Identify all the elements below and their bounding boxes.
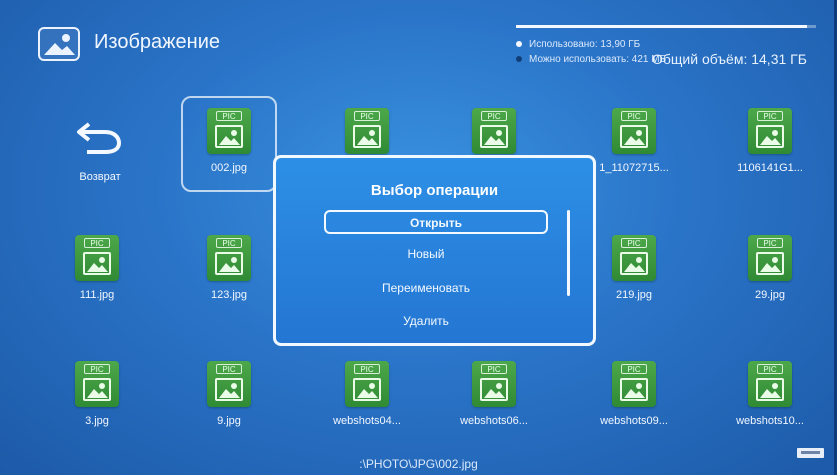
file-tile[interactable]: PIC xyxy=(317,108,417,162)
file-tile[interactable]: PIC 1106141G1... xyxy=(720,108,820,174)
file-tile[interactable]: PIC 111.jpg xyxy=(47,235,147,301)
picture-file-icon: PIC xyxy=(612,108,656,154)
image-thumbnail-icon xyxy=(215,378,243,401)
file-tile[interactable]: PIC webshots04... xyxy=(317,361,417,427)
status-chip xyxy=(797,448,824,458)
pic-tag: PIC xyxy=(216,364,242,374)
pic-tag: PIC xyxy=(216,238,242,248)
file-tile[interactable]: PIC xyxy=(444,108,544,162)
image-thumbnail-icon xyxy=(480,125,508,148)
file-name: webshots04... xyxy=(333,415,401,427)
used-storage-legend: Использовано: 13,90 ГБ xyxy=(516,39,640,50)
storage-usage-bar xyxy=(516,25,816,28)
image-thumbnail-icon xyxy=(353,378,381,401)
pic-tag: PIC xyxy=(621,364,647,374)
picture-file-icon: PIC xyxy=(612,235,656,281)
file-name: webshots10... xyxy=(736,415,804,427)
file-tile[interactable]: PIC 1_11072715... xyxy=(584,108,684,174)
file-name: webshots09... xyxy=(600,415,668,427)
file-tile[interactable]: PIC webshots06... xyxy=(444,361,544,427)
image-app-icon xyxy=(38,27,80,61)
back-arrow-icon xyxy=(77,122,122,154)
pic-tag: PIC xyxy=(84,364,110,374)
file-tile[interactable]: PIC 9.jpg xyxy=(179,361,279,427)
file-name: 29.jpg xyxy=(755,289,785,301)
file-name: 3.jpg xyxy=(85,415,109,427)
picture-file-icon: PIC xyxy=(207,108,251,154)
image-thumbnail-icon xyxy=(215,125,243,148)
page-title: Изображение xyxy=(94,31,220,53)
pic-tag: PIC xyxy=(757,111,783,121)
pic-tag: PIC xyxy=(481,111,507,121)
file-name: 1106141G1... xyxy=(737,162,803,174)
picture-file-icon: PIC xyxy=(75,235,119,281)
image-thumbnail-icon xyxy=(353,125,381,148)
dialog-scrollbar[interactable] xyxy=(567,210,570,296)
file-name: 9.jpg xyxy=(217,415,241,427)
file-tile[interactable]: PIC webshots09... xyxy=(584,361,684,427)
delete-option[interactable]: Удалить xyxy=(276,314,576,328)
pic-tag: PIC xyxy=(354,364,380,374)
image-thumbnail-icon xyxy=(620,252,648,275)
file-name: 219.jpg xyxy=(615,289,653,301)
picture-file-icon: PIC xyxy=(612,361,656,407)
current-file-path: :\PHOTO\JPG\002.jpg xyxy=(359,457,478,471)
image-thumbnail-icon xyxy=(620,378,648,401)
image-thumbnail-icon xyxy=(756,252,784,275)
image-thumbnail-icon xyxy=(83,252,111,275)
available-dot-icon xyxy=(516,56,522,63)
file-name: 002.jpg xyxy=(210,162,248,174)
file-tile[interactable]: PIC webshots10... xyxy=(720,361,820,427)
image-thumbnail-icon xyxy=(480,378,508,401)
back-label: Возврат xyxy=(79,171,121,183)
file-tile[interactable]: PIC 002.jpg xyxy=(179,108,279,174)
picture-file-icon: PIC xyxy=(207,361,251,407)
pic-tag: PIC xyxy=(354,111,380,121)
picture-file-icon: PIC xyxy=(748,361,792,407)
pic-tag: PIC xyxy=(757,364,783,374)
file-name: webshots06... xyxy=(460,415,528,427)
total-storage-text: Общий объём: 14,31 ГБ xyxy=(652,51,807,67)
new-option[interactable]: Новый xyxy=(276,247,576,261)
rename-option[interactable]: Переименовать xyxy=(276,281,576,295)
image-thumbnail-icon xyxy=(756,378,784,401)
file-name: 111.jpg xyxy=(79,289,115,301)
picture-file-icon: PIC xyxy=(472,361,516,407)
image-thumbnail-icon xyxy=(215,252,243,275)
available-storage-legend: Можно использовать: 421 МБ xyxy=(516,54,666,65)
file-tile[interactable]: PIC 219.jpg xyxy=(584,235,684,301)
picture-file-icon: PIC xyxy=(472,108,516,154)
pic-tag: PIC xyxy=(621,111,647,121)
file-name: 123.jpg xyxy=(210,289,248,301)
picture-file-icon: PIC xyxy=(345,108,389,154)
storage-usage-fill xyxy=(516,25,807,28)
dialog-title: Выбор операции xyxy=(370,182,499,199)
image-thumbnail-icon xyxy=(756,125,784,148)
picture-file-icon: PIC xyxy=(345,361,389,407)
image-thumbnail-icon xyxy=(620,125,648,148)
pic-tag: PIC xyxy=(757,238,783,248)
pic-tag: PIC xyxy=(84,238,110,248)
image-thumbnail-icon xyxy=(83,378,111,401)
open-option[interactable]: Открыть xyxy=(324,210,548,234)
pic-tag: PIC xyxy=(621,238,647,248)
used-dot-icon xyxy=(516,41,522,48)
file-tile[interactable]: PIC 123.jpg xyxy=(179,235,279,301)
back-button[interactable]: Возврат xyxy=(50,120,150,183)
pic-tag: PIC xyxy=(481,364,507,374)
available-storage-text: Можно использовать: 421 МБ xyxy=(529,54,667,65)
top-bar: Изображение Использовано: 13,90 ГБ Можно… xyxy=(0,0,837,80)
used-storage-text: Использовано: 13,90 ГБ xyxy=(529,39,641,50)
picture-file-icon: PIC xyxy=(75,361,119,407)
file-tile[interactable]: PIC 3.jpg xyxy=(47,361,147,427)
file-name: 1_11072715... xyxy=(599,162,669,174)
operation-dialog: Выбор операции Открыть Новый Переименова… xyxy=(273,155,596,346)
picture-file-icon: PIC xyxy=(207,235,251,281)
picture-file-icon: PIC xyxy=(748,235,792,281)
pic-tag: PIC xyxy=(216,111,242,121)
picture-file-icon: PIC xyxy=(748,108,792,154)
file-tile[interactable]: PIC 29.jpg xyxy=(720,235,820,301)
